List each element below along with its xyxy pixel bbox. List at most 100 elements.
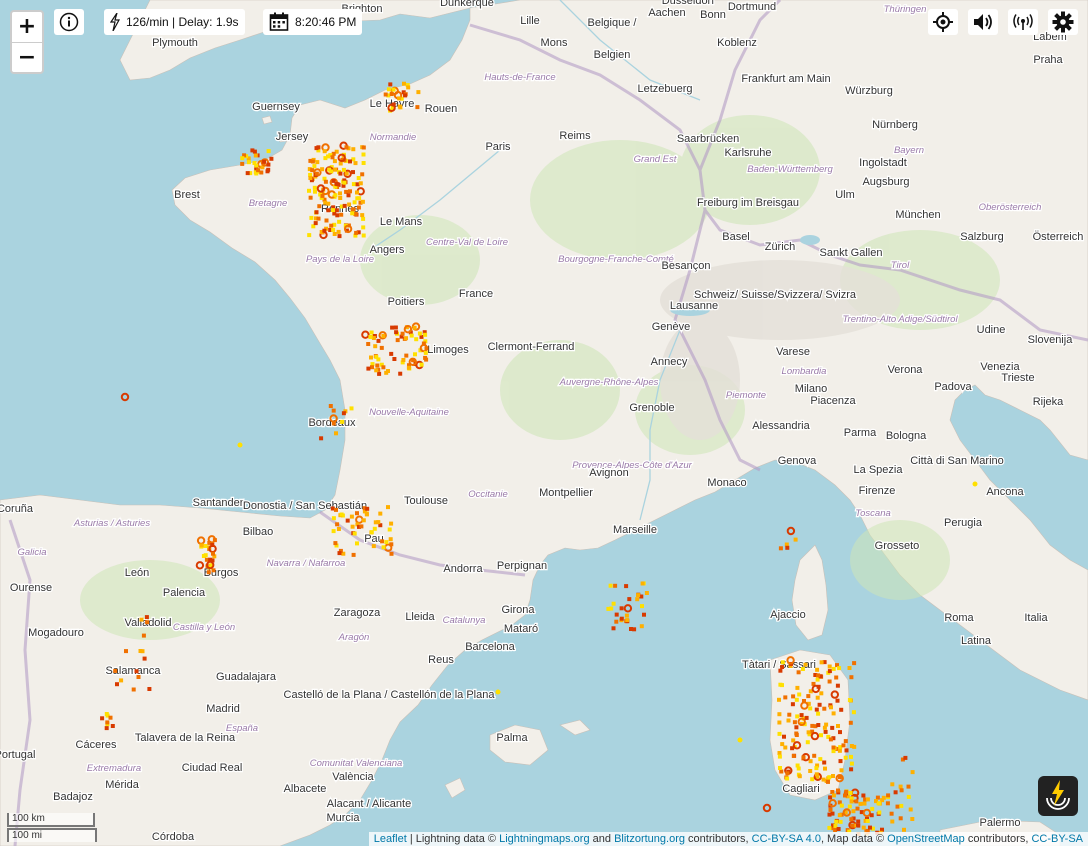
strike-marker (338, 191, 342, 196)
strike-marker (778, 682, 783, 687)
strike-marker (358, 181, 363, 186)
strike-marker (368, 335, 373, 339)
license-link-2[interactable]: CC-BY-SA (1031, 833, 1083, 845)
lightning-app-button[interactable] (1038, 776, 1078, 816)
strike-marker (308, 195, 313, 200)
map-label: Catalunya (443, 615, 486, 626)
strike-marker (796, 670, 801, 675)
strike-marker (797, 774, 802, 779)
strike-marker (785, 545, 790, 550)
map-label: Belgien (594, 49, 631, 61)
strike-marker (777, 720, 782, 725)
map-label: Navarra / Nafarroa (267, 558, 346, 569)
map-label: Rijeka (1033, 396, 1064, 408)
map-label: Castilla y León (173, 622, 235, 633)
strike-marker (334, 181, 339, 186)
strike-marker (790, 702, 795, 707)
strike-marker (783, 695, 788, 700)
strike-marker (785, 776, 790, 781)
attribution-text-4: , Map data © (820, 833, 888, 845)
live-button[interactable] (1008, 9, 1038, 35)
strike-marker (836, 724, 840, 728)
strike-marker (640, 604, 644, 609)
map-canvas[interactable]: Brighton Dunkerque Düsseldorf DortmundPlymo… (0, 0, 1088, 846)
map-label: Brest (174, 189, 200, 201)
info-button[interactable] (54, 9, 84, 35)
strike-rate-panel[interactable]: 126/min | Delay: 1.9s (104, 9, 245, 35)
strike-marker (314, 210, 319, 215)
map-label: Andorra (443, 563, 483, 575)
strike-marker (804, 715, 809, 720)
strike-marker (351, 170, 355, 175)
strike-marker (827, 669, 832, 674)
strike-marker (403, 93, 408, 98)
strike-marker (801, 755, 806, 760)
strike-marker (786, 718, 791, 723)
locate-button[interactable] (928, 9, 958, 35)
strike-marker (877, 810, 882, 815)
strike-marker (898, 784, 903, 789)
map-label: Piemonte (726, 390, 766, 401)
map-label: Udine (977, 324, 1006, 336)
strike-marker (322, 149, 327, 154)
strike-marker (629, 627, 633, 631)
strike-marker (389, 351, 394, 356)
strike-marker (319, 436, 324, 441)
strike-marker (830, 725, 835, 730)
strike-marker (124, 649, 128, 654)
map-label: Nouvelle-Aquitaine (369, 407, 449, 418)
strike-marker (104, 726, 109, 731)
map-label: Düsseldorf (662, 0, 716, 7)
strike-marker (783, 745, 788, 750)
attribution-text-1: | Lightning data © (406, 833, 500, 845)
strike-marker (377, 371, 382, 376)
strike-marker (785, 771, 790, 776)
strike-marker (265, 169, 270, 174)
strike-marker (819, 691, 824, 696)
strike-marker (614, 619, 619, 624)
lightningmaps-link[interactable]: Lightningmaps.org (499, 833, 590, 845)
strike-marker (341, 167, 346, 172)
strike-marker (828, 795, 833, 800)
strike-marker (245, 171, 250, 176)
leaflet-link[interactable]: Leaflet (374, 833, 407, 845)
strike-marker (361, 233, 366, 238)
map-label: Bayern (894, 145, 924, 156)
strike-marker (777, 697, 781, 702)
strike-marker (861, 825, 866, 830)
map-label: Dunkerque (440, 0, 494, 9)
map-label: Murcia (326, 812, 360, 824)
map-label: Guernsey (252, 101, 300, 113)
strike-marker (381, 365, 386, 370)
strike-marker (334, 208, 339, 213)
strike-marker (334, 431, 338, 436)
strike-marker (855, 806, 860, 811)
strike-marker (253, 153, 258, 158)
strike-marker (827, 679, 832, 684)
strike-marker (794, 731, 799, 736)
map-label: Lleida (405, 611, 435, 623)
map-label: Mogadouro (28, 627, 84, 639)
strike-marker (353, 161, 358, 166)
blitzortung-link[interactable]: Blitzortung.org (614, 833, 685, 845)
map-label: Ajaccio (770, 609, 805, 621)
osm-link[interactable]: OpenStreetMap (887, 833, 965, 845)
strike-marker (808, 769, 813, 773)
strike-marker (856, 819, 861, 824)
strike-marker (613, 583, 618, 588)
settings-button[interactable] (1048, 9, 1078, 35)
strike-marker (419, 362, 424, 367)
time-panel[interactable]: 8:20:46 PM (263, 9, 363, 35)
strike-marker (323, 179, 328, 184)
zoom-in-button[interactable]: + (12, 12, 42, 42)
zoom-out-button[interactable]: − (12, 43, 42, 73)
strike-marker (144, 615, 149, 620)
strike-marker (147, 687, 152, 691)
map-label: Schweiz/ Suisse/Svizzera/ Svizra (694, 289, 857, 301)
strike-marker (831, 711, 836, 716)
strike-marker (351, 207, 356, 212)
license-link[interactable]: CC-BY-SA 4.0 (752, 833, 821, 845)
map-label: Italia (1024, 612, 1048, 624)
zoom-control: + − (10, 10, 44, 74)
sound-button[interactable] (968, 9, 998, 35)
